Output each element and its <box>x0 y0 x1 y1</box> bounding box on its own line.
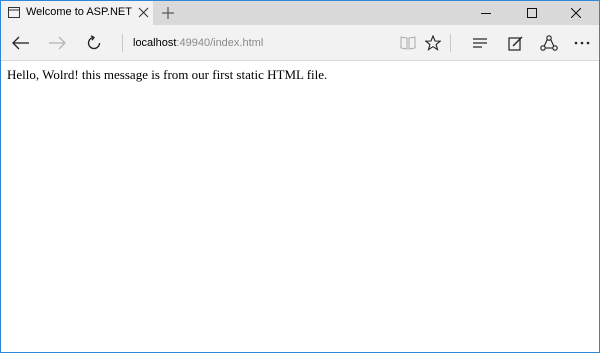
forward-button[interactable] <box>43 25 71 61</box>
web-note-button[interactable] <box>503 25 527 61</box>
address-bar[interactable]: localhost:49940/index.html <box>133 35 383 51</box>
more-button[interactable] <box>570 25 594 61</box>
tab-close-icon[interactable] <box>138 7 149 18</box>
forward-arrow-icon <box>48 36 66 50</box>
close-icon <box>571 8 581 18</box>
title-bar: Welcome to ASP.NET Co <box>1 1 599 25</box>
refresh-button[interactable] <box>80 25 108 61</box>
maximize-icon <box>527 8 537 18</box>
page-message: Hello, Wolrd! this message is from our f… <box>7 67 328 82</box>
browser-window: Welcome to ASP.NET Co <box>0 0 600 353</box>
address-host: localhost <box>133 37 177 49</box>
refresh-icon <box>86 35 102 51</box>
minimize-button[interactable] <box>463 1 509 25</box>
share-icon <box>540 35 558 51</box>
minimize-icon <box>481 8 491 18</box>
navigation-bar: localhost:49940/index.html <box>1 25 599 61</box>
favorite-button[interactable] <box>422 25 444 61</box>
toolbar-divider <box>122 34 123 52</box>
new-tab-plus-icon[interactable] <box>161 6 175 20</box>
back-arrow-icon <box>12 36 30 50</box>
reading-view-button[interactable] <box>397 25 419 61</box>
star-icon <box>425 35 441 51</box>
tab-active[interactable]: Welcome to ASP.NET Co <box>1 1 153 25</box>
page-content: Hello, Wolrd! this message is from our f… <box>1 61 599 352</box>
address-path: :49940/index.html <box>176 37 264 49</box>
toolbar-divider <box>450 34 451 52</box>
close-window-button[interactable] <box>553 1 599 25</box>
hub-button[interactable] <box>468 25 492 61</box>
reading-view-icon <box>400 36 416 50</box>
back-button[interactable] <box>7 25 35 61</box>
tab-title: Welcome to ASP.NET Co <box>26 6 134 18</box>
web-note-icon <box>507 36 523 51</box>
hub-icon <box>472 37 488 49</box>
page-icon <box>8 7 20 18</box>
more-icon <box>574 41 590 45</box>
share-button[interactable] <box>537 25 561 61</box>
maximize-button[interactable] <box>509 1 555 25</box>
